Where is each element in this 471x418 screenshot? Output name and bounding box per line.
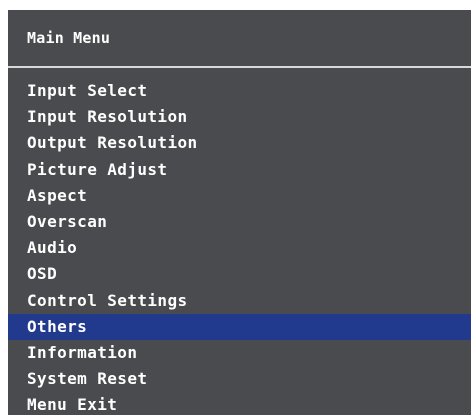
menu-item-audio[interactable]: Audio bbox=[8, 235, 471, 261]
osd-main-menu-panel: Main Menu Input Select Input Resolution … bbox=[8, 10, 471, 415]
menu-item-picture-adjust[interactable]: Picture Adjust bbox=[8, 157, 471, 183]
menu-item-overscan[interactable]: Overscan bbox=[8, 209, 471, 235]
menu-title: Main Menu bbox=[27, 29, 111, 47]
menu-item-others[interactable]: Others bbox=[8, 313, 471, 340]
menu-item-control-settings[interactable]: Control Settings bbox=[8, 288, 471, 314]
menu-item-output-resolution[interactable]: Output Resolution bbox=[8, 130, 471, 156]
menu-item-input-select[interactable]: Input Select bbox=[8, 78, 471, 104]
menu-item-input-resolution[interactable]: Input Resolution bbox=[8, 104, 471, 130]
menu-item-system-reset[interactable]: System Reset bbox=[8, 366, 471, 392]
menu-list: Input Select Input Resolution Output Res… bbox=[8, 68, 471, 418]
menu-item-aspect[interactable]: Aspect bbox=[8, 183, 471, 209]
menu-item-menu-exit[interactable]: Menu Exit bbox=[8, 392, 471, 418]
menu-item-osd[interactable]: OSD bbox=[8, 261, 471, 287]
menu-item-information[interactable]: Information bbox=[8, 340, 471, 366]
